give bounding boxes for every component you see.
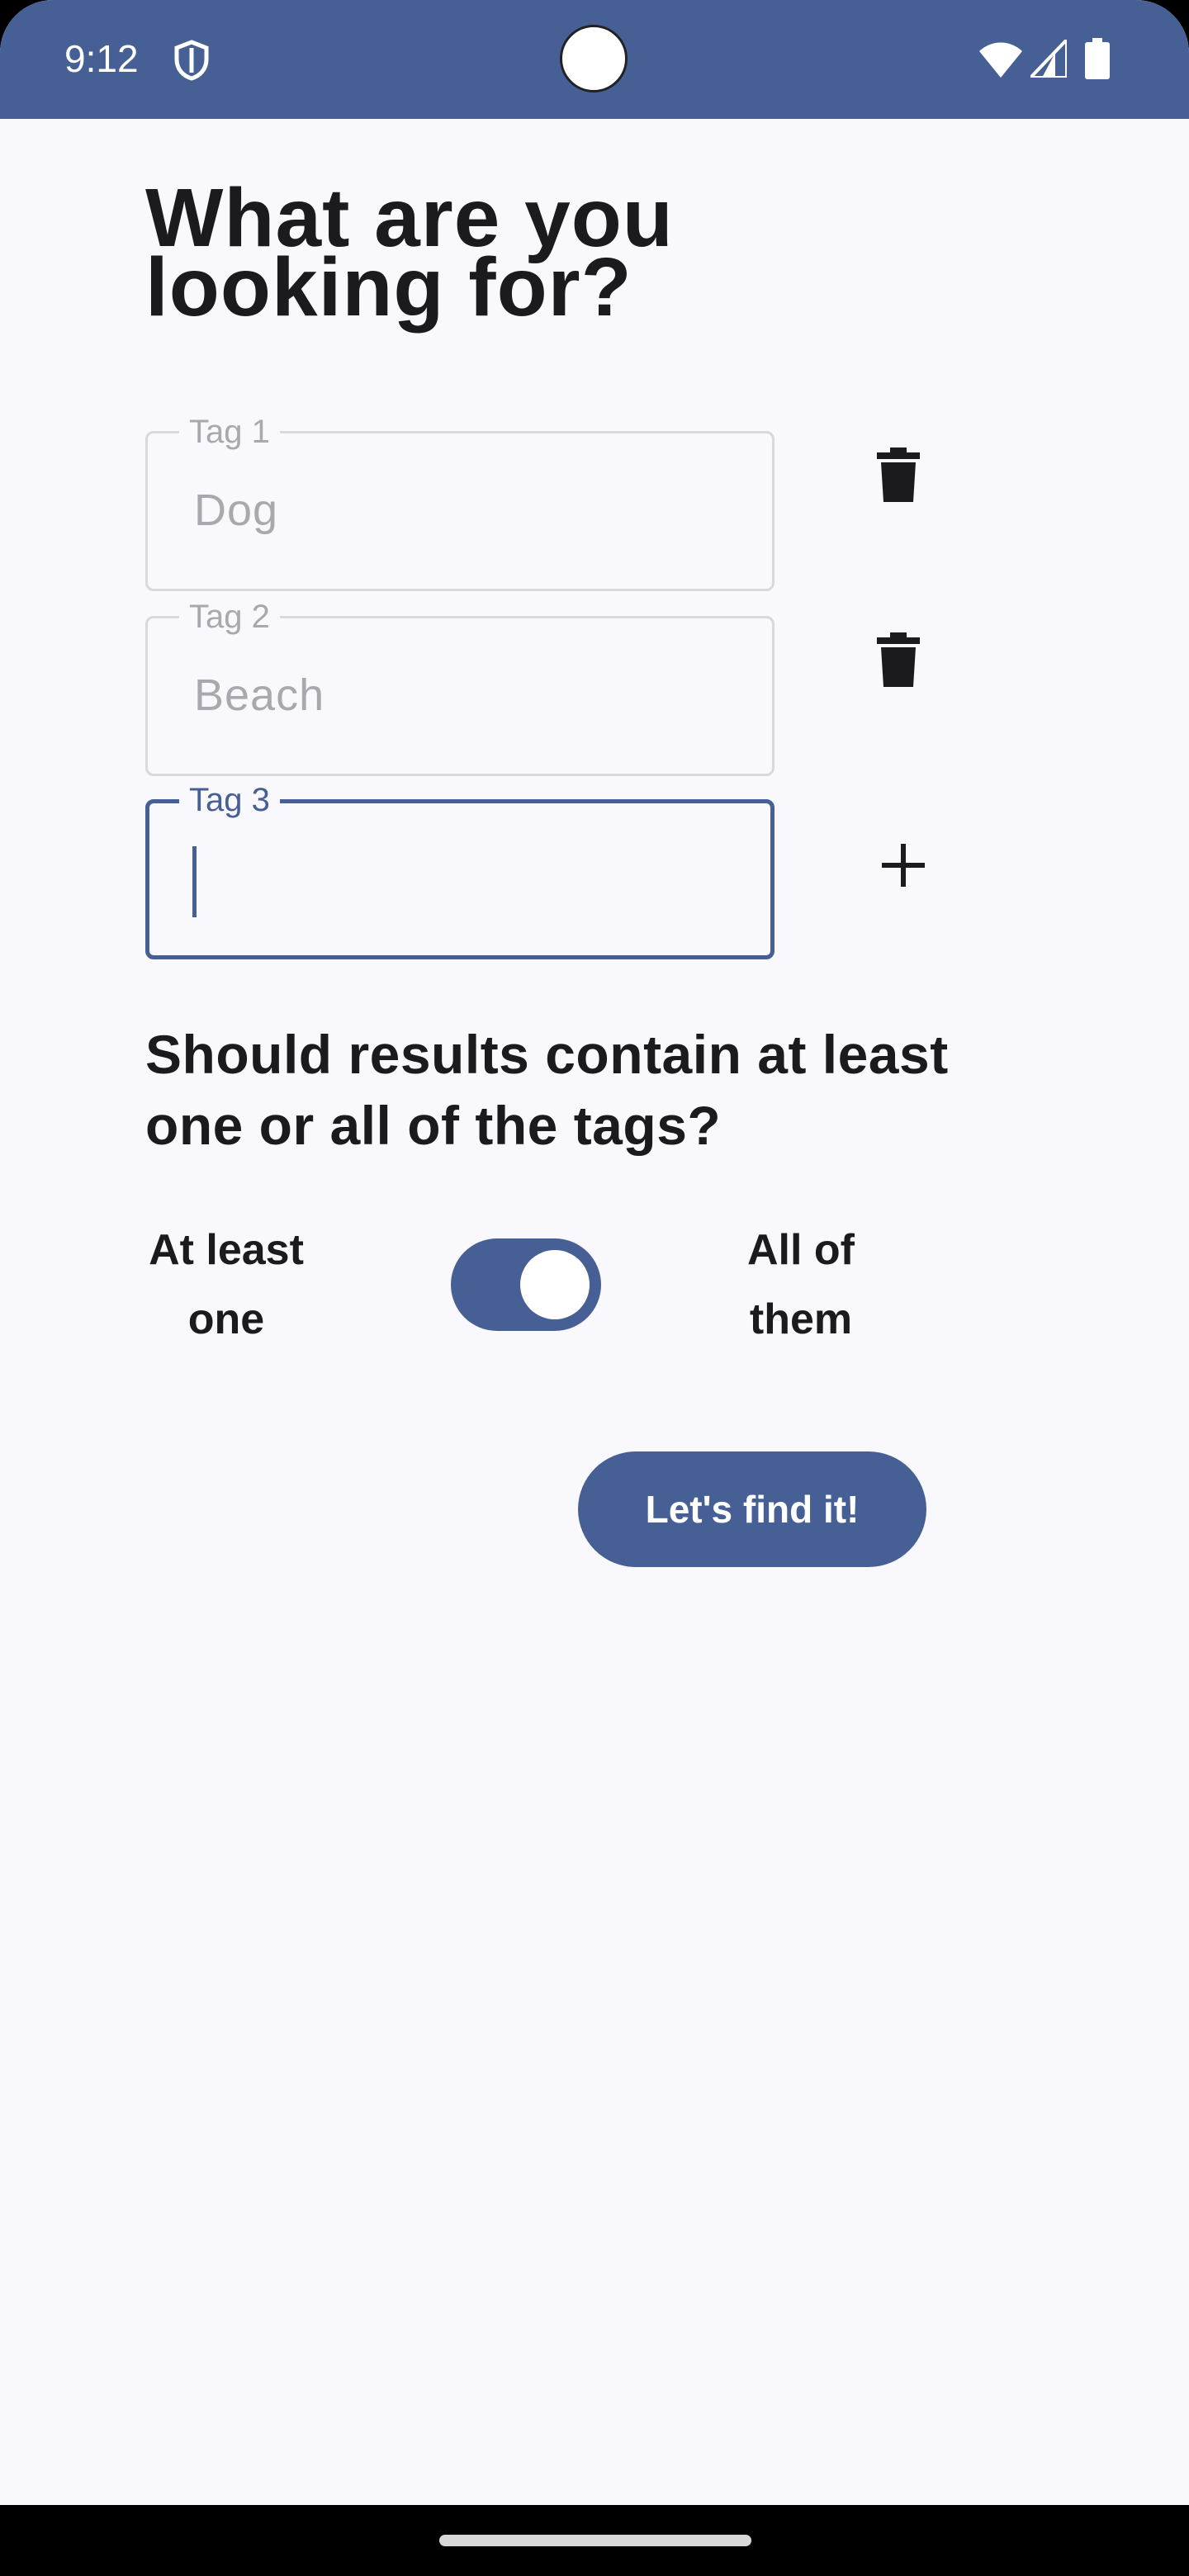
option-at-least-one-line1: At least xyxy=(149,1226,304,1274)
tag-1-value[interactable]: Dog xyxy=(194,485,278,536)
tag-1-label: Tag 1 xyxy=(179,414,280,450)
option-at-least-one-line2: one xyxy=(187,1295,265,1343)
tag-1-field[interactable]: Tag 1 Dog xyxy=(145,414,775,591)
option-all-of-them: All of them xyxy=(710,1215,892,1354)
toggle-knob xyxy=(520,1250,590,1319)
tag-2-label: Tag 2 xyxy=(179,599,280,635)
delete-icon[interactable] xyxy=(877,447,926,505)
home-indicator[interactable] xyxy=(439,2535,751,2546)
option-all-of-them-line1: All of xyxy=(747,1226,855,1274)
tag-3-field[interactable]: Tag 3 xyxy=(145,782,775,959)
match-mode-question: Should results contain at least one or a… xyxy=(145,1024,949,1156)
find-button[interactable]: Let's find it! xyxy=(578,1451,926,1567)
text-cursor xyxy=(192,846,197,917)
status-bar: 9:12 xyxy=(0,0,1189,119)
tag-2-field[interactable]: Tag 2 Beach xyxy=(145,599,775,776)
delete-icon[interactable] xyxy=(877,632,926,690)
camera-cutout xyxy=(560,25,628,92)
page-title-line2: looking for? xyxy=(145,241,632,334)
option-all-of-them-line2: them xyxy=(749,1295,853,1343)
battery-icon xyxy=(1085,38,1110,79)
option-at-least-one: At least one xyxy=(121,1215,332,1354)
tag-3-label: Tag 3 xyxy=(179,782,280,818)
wifi-icon xyxy=(979,42,1022,78)
match-mode-toggle[interactable] xyxy=(451,1238,601,1331)
status-time: 9:12 xyxy=(64,37,139,80)
shield-icon xyxy=(174,40,209,81)
add-icon[interactable] xyxy=(880,842,926,888)
signal-icon xyxy=(1030,40,1067,78)
page-title: What are you looking for? xyxy=(145,177,888,334)
tag-2-value[interactable]: Beach xyxy=(194,670,324,721)
app-screen: 9:12 What are you looking for? Tag 1 Dog xyxy=(0,0,1189,2576)
